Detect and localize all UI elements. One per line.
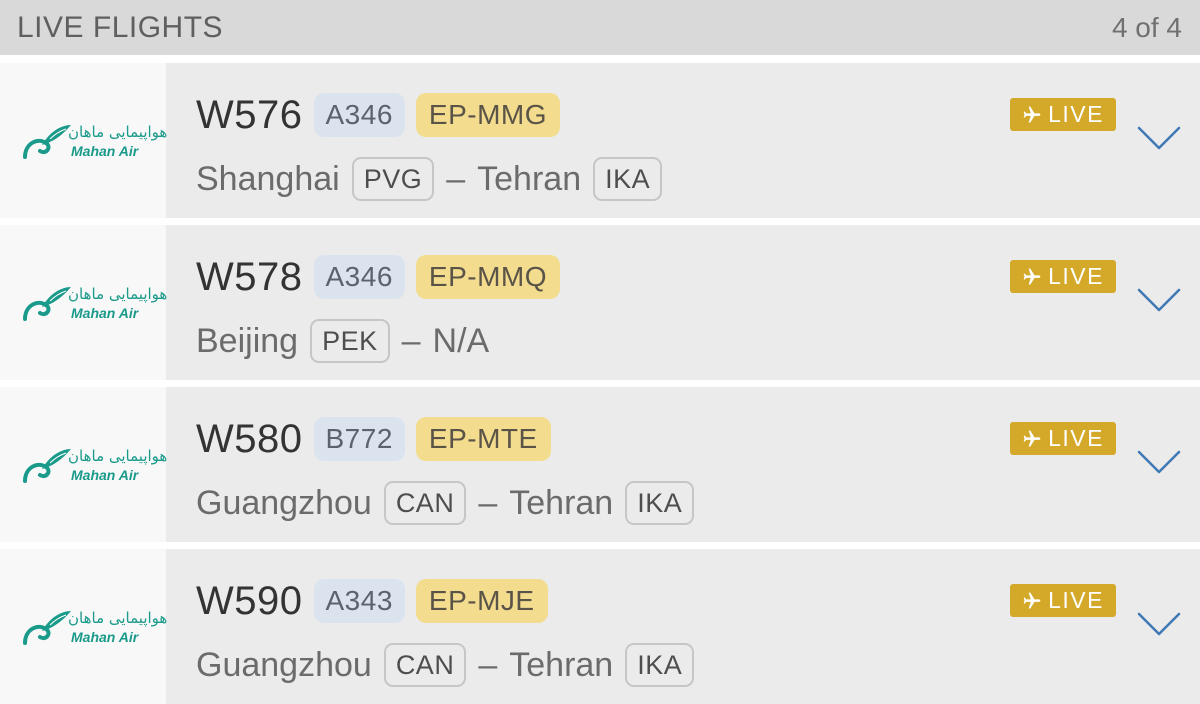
airline-logo-cell: هواپیمایی ماهان Mahan Air <box>0 63 168 218</box>
live-badge: LIVE <box>1010 422 1116 455</box>
aircraft-type-badge: A346 <box>313 255 405 299</box>
destination-code: IKA <box>625 481 695 525</box>
flight-row[interactable]: هواپیمایی ماهان Mahan Air W578 A346 EP-M… <box>0 225 1200 380</box>
flight-info-line: W576 A346 EP-MMG <box>196 92 561 138</box>
airline-logo-cell: هواپیمایی ماهان Mahan Air <box>0 225 168 380</box>
registration-badge: EP-MMQ <box>415 255 561 299</box>
header-title: LIVE FLIGHTS <box>17 10 224 44</box>
airline-logo-cell: هواپیمایی ماهان Mahan Air <box>0 387 168 542</box>
flight-number: W576 <box>196 92 303 137</box>
results-count: 4 of 4 <box>1111 11 1182 43</box>
destination-code: IKA <box>625 643 695 687</box>
route-separator: – <box>401 321 421 360</box>
mahan-air-logo: هواپیمایی ماهان Mahan Air <box>22 119 168 164</box>
origin-city: Shanghai <box>196 159 340 198</box>
flight-number: W580 <box>196 416 303 461</box>
registration-badge: EP-MTE <box>415 417 551 461</box>
route-line: Guangzhou CAN – Tehran IKA <box>196 480 706 526</box>
flight-info-line: W580 B772 EP-MTE <box>196 416 551 462</box>
airline-name-fa: هواپیمایی ماهان <box>68 447 168 465</box>
destination-city: Tehran <box>509 483 614 522</box>
flight-row[interactable]: هواپیمایی ماهان Mahan Air W580 B772 EP-M… <box>0 387 1200 542</box>
chevron-down-icon[interactable] <box>1137 611 1181 637</box>
aircraft-type-badge: A343 <box>313 579 405 623</box>
airline-name-en: Mahan Air <box>71 467 139 483</box>
airline-name-fa: هواپیمایی ماهان <box>68 285 168 303</box>
route-separator: – <box>478 645 498 684</box>
origin-city: Guangzhou <box>196 483 372 522</box>
airplane-icon <box>1023 268 1041 284</box>
airline-name-fa: هواپیمایی ماهان <box>68 123 168 141</box>
aircraft-type-badge: B772 <box>313 417 405 461</box>
live-badge: LIVE <box>1010 584 1116 617</box>
airplane-icon <box>1023 106 1041 122</box>
origin-code: PEK <box>310 319 390 363</box>
flight-info-line: W578 A346 EP-MMQ <box>196 254 561 300</box>
mahan-air-logo: هواپیمایی ماهان Mahan Air <box>22 281 168 326</box>
registration-badge: EP-MMG <box>415 93 561 137</box>
flight-number: W590 <box>196 578 303 623</box>
airline-name-en: Mahan Air <box>71 143 139 159</box>
airplane-icon <box>1023 592 1041 608</box>
live-badge: LIVE <box>1010 260 1116 293</box>
mahan-air-logo: هواپیمایی ماهان Mahan Air <box>22 605 168 650</box>
destination-code: IKA <box>593 157 663 201</box>
chevron-down-icon[interactable] <box>1137 125 1181 151</box>
origin-code: CAN <box>383 643 467 687</box>
airline-name-en: Mahan Air <box>71 305 139 321</box>
mahan-air-logo: هواپیمایی ماهان Mahan Air <box>22 443 168 488</box>
destination-city: Tehran <box>509 645 614 684</box>
chevron-down-icon[interactable] <box>1137 449 1181 475</box>
airline-name-fa: هواپیمایی ماهان <box>68 609 168 627</box>
flight-row[interactable]: هواپیمایی ماهان Mahan Air W590 A343 EP-M… <box>0 549 1200 704</box>
route-line: Shanghai PVG – Tehran IKA <box>196 156 674 202</box>
flight-info-line: W590 A343 EP-MJE <box>196 578 548 624</box>
live-label: LIVE <box>1048 263 1104 289</box>
airplane-icon <box>1023 430 1041 446</box>
origin-city: Beijing <box>196 321 299 360</box>
destination-city: Tehran <box>477 159 582 198</box>
route-line: Beijing PEK – N/A <box>196 318 489 364</box>
live-label: LIVE <box>1048 101 1104 127</box>
live-badge: LIVE <box>1010 98 1116 131</box>
destination-city: N/A <box>432 321 490 360</box>
route-line: Guangzhou CAN – Tehran IKA <box>196 642 706 688</box>
flight-number: W578 <box>196 254 303 299</box>
origin-code: PVG <box>351 157 435 201</box>
airline-name-en: Mahan Air <box>71 629 139 645</box>
registration-badge: EP-MJE <box>415 579 548 623</box>
aircraft-type-badge: A346 <box>313 93 405 137</box>
origin-code: CAN <box>383 481 467 525</box>
airline-logo-cell: هواپیمایی ماهان Mahan Air <box>0 549 168 704</box>
live-flights-header: LIVE FLIGHTS 4 of 4 <box>0 0 1200 55</box>
live-label: LIVE <box>1048 425 1104 451</box>
origin-city: Guangzhou <box>196 645 372 684</box>
route-separator: – <box>446 159 466 198</box>
chevron-down-icon[interactable] <box>1137 287 1181 313</box>
live-label: LIVE <box>1048 587 1104 613</box>
route-separator: – <box>478 483 498 522</box>
flight-row[interactable]: هواپیمایی ماهان Mahan Air W576 A346 EP-M… <box>0 63 1200 218</box>
